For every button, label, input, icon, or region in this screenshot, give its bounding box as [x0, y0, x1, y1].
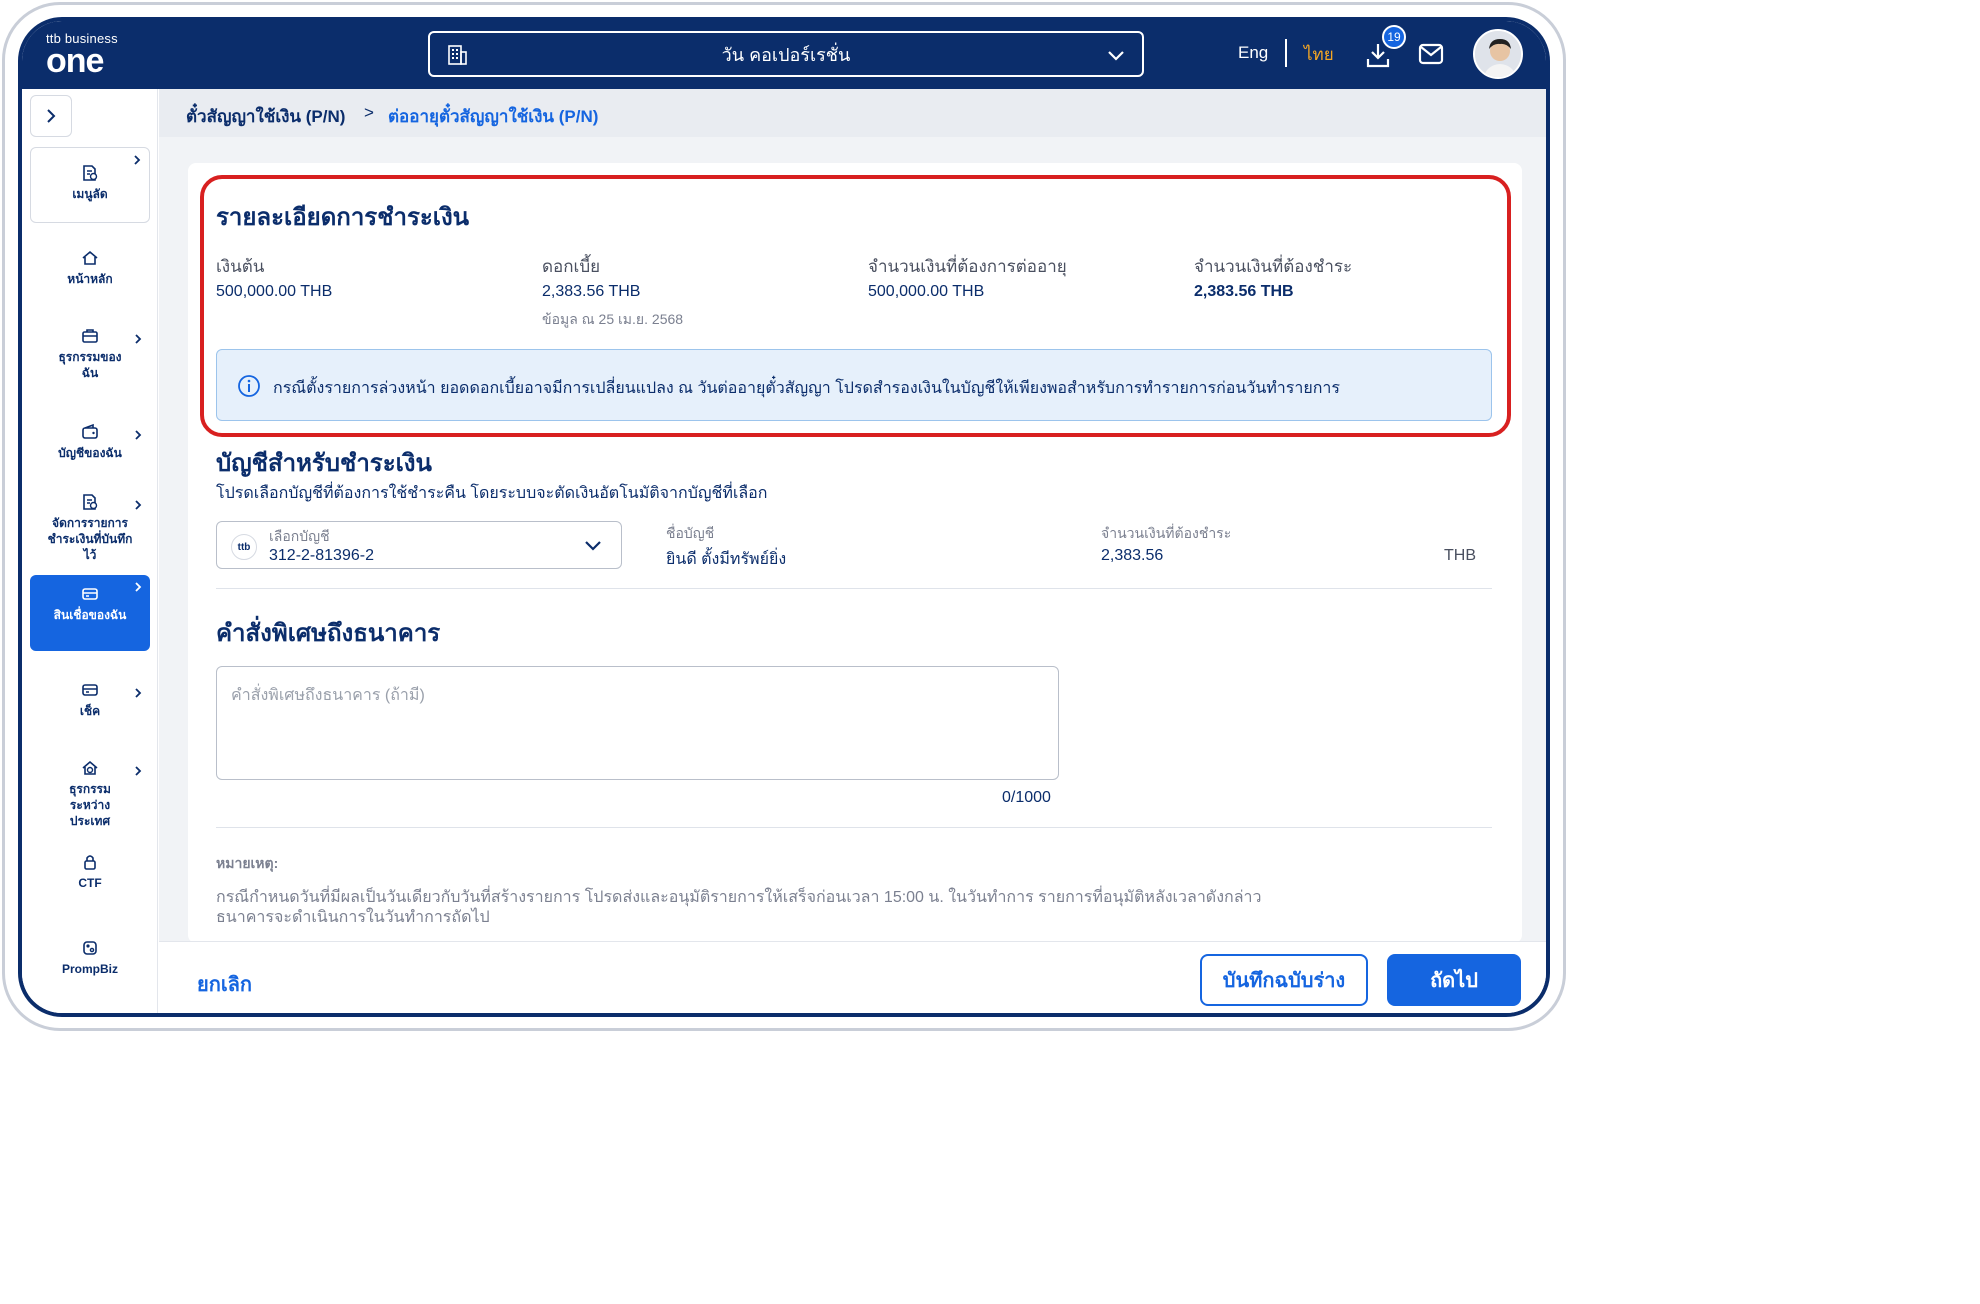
brand-big-text: one: [46, 42, 104, 80]
breadcrumb-separator: >: [364, 103, 374, 122]
chevron-right-icon: [135, 334, 142, 344]
chevron-right-icon: [135, 500, 142, 510]
save-draft-button[interactable]: บันทึกฉบับร่าง: [1200, 954, 1368, 1006]
international-icon: [82, 760, 98, 775]
interest-value: 2,383.56 THB: [542, 283, 641, 300]
sidebar-item-label: ธุรกรรมของฉัน: [58, 350, 122, 380]
account-name-label: ชื่อบัญชี: [666, 525, 715, 541]
sidebar-item-prompbiz[interactable]: PrompBiz: [30, 939, 150, 989]
sidebar-item-label: ธุรกรรมระหว่างประเทศ: [69, 782, 111, 828]
briefcase-icon: [82, 329, 98, 343]
due-amount-label: จำนวนเงินที่ต้องชำระ: [1194, 257, 1353, 276]
chevron-right-icon: [135, 688, 142, 698]
char-counter: 0/1000: [1002, 789, 1051, 806]
chevron-right-icon: [135, 766, 142, 776]
sidebar-item-my-accounts[interactable]: บัญชีของฉัน: [30, 423, 150, 479]
info-banner: กรณีตั้งรายการล่วงหน้า ยอดดอกเบี้ยอาจมีก…: [216, 349, 1492, 421]
action-footer: ยกเลิก บันทึกฉบับร่าง ถัดไป: [159, 941, 1546, 1013]
renew-amount-value: 500,000.00 THB: [868, 283, 985, 300]
sidebar-item-shortcut[interactable]: เมนูลัด: [30, 147, 150, 223]
sidebar-item-label: สินเชื่อของฉัน: [53, 608, 127, 622]
info-icon: [238, 375, 260, 397]
payment-account-title: บัญชีสำหรับชำระเงิน: [216, 450, 432, 477]
principal-value: 500,000.00 THB: [216, 283, 333, 300]
loan-icon: [82, 588, 98, 600]
next-button[interactable]: ถัดไป: [1387, 954, 1521, 1006]
sidebar-item-home[interactable]: หน้าหลัก: [30, 249, 150, 309]
payment-account-desc: โปรดเลือกบัญชีที่ต้องการใช้ชำระคืน โดยระ…: [216, 485, 768, 502]
company-name: วัน คอเปอร์เรชั่น: [721, 44, 851, 65]
interest-note: ข้อมูล ณ 25 เม.ย. 2568: [542, 311, 684, 327]
app-window: ttb business one วัน คอเปอร์เรชั่น Eng ไ…: [18, 17, 1550, 1017]
top-header: ttb business one วัน คอเปอร์เรชั่น Eng ไ…: [22, 21, 1546, 89]
sidebar-item-label: เมนูลัด: [72, 187, 108, 201]
sidebar-item-my-loans[interactable]: สินเชื่อของฉัน: [30, 575, 150, 651]
lang-divider: [1285, 39, 1287, 67]
sidebar: เมนูลัด หน้าหลัก ธุรกรรมของฉัน บัญชีของฉ…: [22, 89, 158, 1013]
instruction-title: คำสั่งพิเศษถึงธนาคาร: [216, 620, 441, 647]
due-amount-value: 2,383.56 THB: [1194, 283, 1294, 300]
account-select[interactable]: ttb เลือกบัญชี 312-2-81396-2: [216, 521, 622, 569]
sidebar-item-cheque[interactable]: เช็ค: [30, 681, 150, 737]
breadcrumb-item-current: ต่ออายุตั๋วสัญญาใช้เงิน (P/N): [388, 107, 599, 126]
chevron-right-icon: [135, 582, 142, 592]
remark-title: หมายเหตุ:: [216, 855, 279, 871]
chevron-down-icon: [1108, 51, 1124, 61]
avatar[interactable]: [1473, 29, 1523, 79]
chevron-right-icon: [135, 430, 142, 440]
shortcut-icon: [83, 165, 98, 181]
instruction-placeholder: คำสั่งพิเศษถึงธนาคาร (ถ้ามี): [231, 687, 425, 704]
prompbiz-icon: [83, 941, 97, 955]
lang-eng-toggle[interactable]: Eng: [1238, 43, 1268, 63]
renew-amount-label: จำนวนเงินที่ต้องการต่ออายุ: [868, 257, 1067, 276]
account-name-value: ยินดี ตั้งมีทรัพย์ยิ่ง: [666, 551, 787, 568]
home-icon: [82, 250, 98, 265]
account-select-label: เลือกบัญชี: [269, 528, 330, 544]
payment-details-title: รายละเอียดการชำระเงิน: [216, 204, 470, 231]
company-selector[interactable]: วัน คอเปอร์เรชั่น: [428, 31, 1144, 77]
sidebar-item-label: CTF: [78, 876, 102, 890]
cheque-icon: [82, 684, 98, 696]
sidebar-item-label: บัญชีของฉัน: [58, 446, 122, 460]
sidebar-item-my-transactions[interactable]: ธุรกรรมของฉัน: [30, 327, 150, 397]
lang-th-toggle[interactable]: ไทย: [1304, 41, 1334, 68]
chevron-right-icon: [134, 155, 141, 165]
cancel-button[interactable]: ยกเลิก: [197, 968, 252, 1000]
breadcrumb-item-pn[interactable]: ตั๋วสัญญาใช้เงิน (P/N): [186, 103, 345, 130]
sidebar-item-label: PrompBiz: [61, 962, 118, 976]
sidebar-expand-button[interactable]: [30, 95, 72, 137]
info-text: กรณีตั้งรายการล่วงหน้า ยอดดอกเบี้ยอาจมีก…: [273, 380, 1340, 397]
amount-label: จำนวนเงินที่ต้องชำระ: [1101, 525, 1232, 541]
instruction-textarea[interactable]: คำสั่งพิเศษถึงธนาคาร (ถ้ามี): [216, 666, 1059, 780]
principal-label: เงินต้น: [216, 257, 265, 276]
sidebar-item-label: จัดการรายการชำระเงินที่บันทึกไว้: [47, 516, 133, 562]
amount-value: 2,383.56: [1101, 547, 1164, 564]
download-badge: 19: [1382, 25, 1406, 49]
divider: [216, 827, 1492, 828]
chevron-right-icon: [47, 109, 56, 123]
sidebar-item-label: เช็ค: [79, 704, 101, 718]
sidebar-item-label: หน้าหลัก: [67, 272, 113, 286]
bank-logo: ttb: [231, 534, 257, 560]
sidebar-item-saved-payments[interactable]: จัดการรายการชำระเงินที่บันทึกไว้: [30, 493, 150, 577]
lock-icon: [84, 855, 96, 870]
interest-label: ดอกเบี้ย: [542, 257, 601, 276]
saved-payment-icon: [83, 494, 98, 510]
chevron-down-icon: [585, 541, 601, 551]
sidebar-item-ctf[interactable]: CTF: [30, 853, 150, 903]
currency-label: THB: [1444, 547, 1476, 564]
mail-icon[interactable]: [1418, 43, 1444, 65]
brand-logo[interactable]: ttb business one: [46, 31, 118, 80]
breadcrumb: ตั๋วสัญญาใช้เงิน (P/N) > ต่ออายุตั๋วสัญญ…: [159, 89, 1546, 137]
account-select-value: 312-2-81396-2: [269, 547, 374, 564]
building-icon: [448, 45, 467, 65]
wallet-icon: [82, 423, 98, 439]
divider: [216, 588, 1492, 589]
sidebar-item-international[interactable]: ธุรกรรมระหว่างประเทศ: [30, 759, 150, 829]
remark-line-2: ธนาคารจะดำเนินการในวันทำการถัดไป: [216, 909, 490, 926]
